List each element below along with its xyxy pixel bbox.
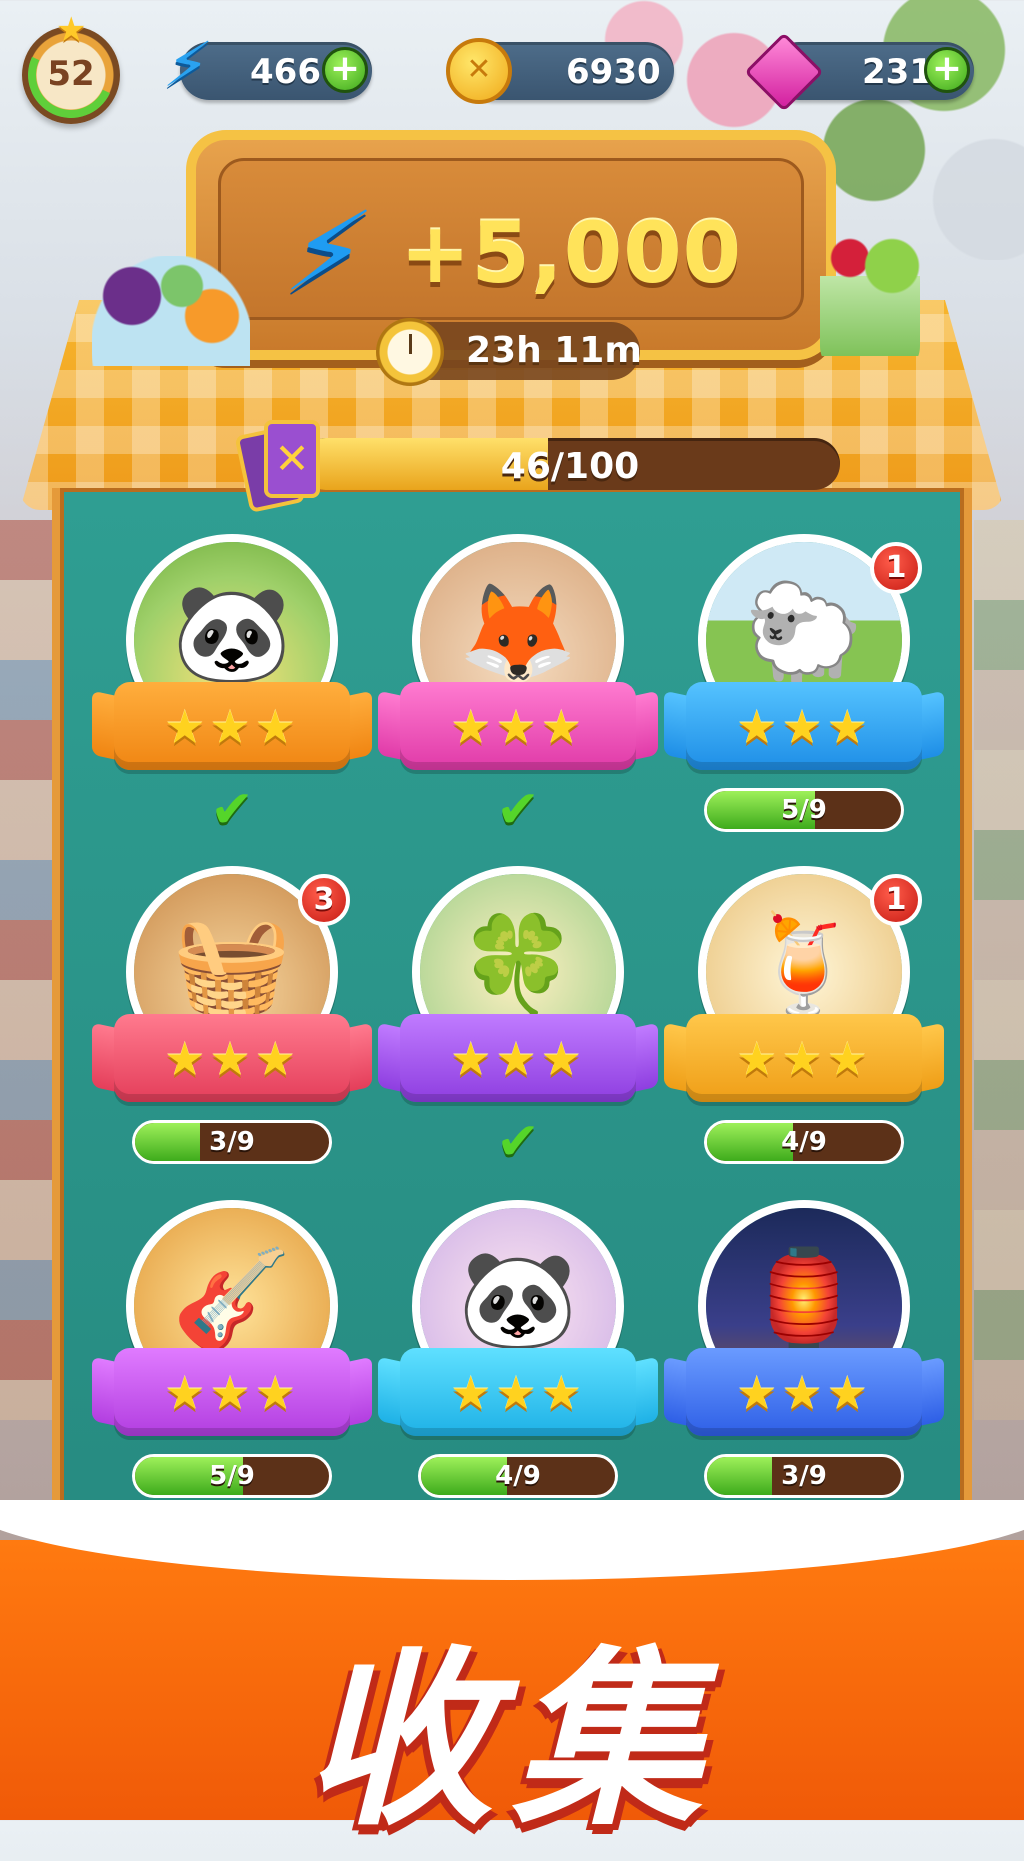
album-stars: ★★★ — [450, 1032, 586, 1086]
collection-progress-text: 46/100 — [500, 446, 640, 487]
new-cards-badge: 3 — [298, 874, 350, 926]
checkmark-icon: ✔ — [210, 780, 254, 840]
album-stars: ★★★ — [736, 1032, 872, 1086]
new-cards-badge: 1 — [870, 542, 922, 594]
album-illustration: 🍀 — [458, 909, 578, 1021]
coin-fork-spoon-icon: ✕ — [446, 38, 512, 104]
add-gems-button[interactable]: + — [924, 47, 970, 93]
album-night-market[interactable]: 🏮 ★★★ 3/9 — [664, 1200, 944, 1500]
album-progress-text: 5/9 — [781, 795, 827, 825]
album-progress-text: 4/9 — [495, 1461, 541, 1491]
player-level: 52 — [47, 54, 95, 94]
checkmark-icon: ✔ — [496, 780, 540, 840]
album-stars: ★★★ — [164, 700, 300, 754]
album-illustration: 🏮 — [744, 1243, 864, 1355]
background-buildings-right — [974, 520, 1024, 1420]
cocktail-decoration — [820, 236, 920, 376]
album-progress-bar: 5/9 — [132, 1454, 332, 1498]
album-progress-text: 3/9 — [209, 1127, 255, 1157]
album-mojito-glass[interactable]: 🍹 ★★★ 1 4/9 — [664, 866, 944, 1166]
album-illustration: 🎸 — [172, 1243, 292, 1355]
player-level-badge[interactable]: ★ 52 — [15, 10, 127, 131]
album-stars: ★★★ — [450, 1366, 586, 1420]
album-stars: ★★★ — [450, 700, 586, 754]
album-progress-bar: 4/9 — [704, 1120, 904, 1164]
album-progress-bar: 5/9 — [704, 788, 904, 832]
album-stars: ★★★ — [164, 1366, 300, 1420]
album-girl-guitar[interactable]: 🎸 ★★★ 5/9 — [92, 1200, 372, 1500]
album-stars: ★★★ — [736, 700, 872, 754]
new-cards-badge: 1 — [870, 874, 922, 926]
album-progress-text: 3/9 — [781, 1461, 827, 1491]
album-red-panda-flowers[interactable]: 🐼 ★★★ ✔ — [92, 534, 372, 840]
album-panda-candy[interactable]: 🐼 ★★★ 4/9 — [378, 1200, 658, 1500]
album-illustration: 🦊 — [458, 577, 578, 689]
album-illustration: 🐑 — [744, 577, 864, 689]
card-pack-icon[interactable]: ✕ — [234, 420, 332, 513]
add-energy-button[interactable]: + — [322, 47, 368, 93]
album-illustration: 🧺 — [172, 909, 292, 1021]
collection-progress-bar: 46/100 — [300, 438, 840, 490]
checkmark-icon: ✔ — [496, 1112, 540, 1172]
fruit-bowl-decoration — [92, 256, 250, 366]
album-picnic-basket[interactable]: 🧺 ★★★ 3 3/9 — [92, 866, 372, 1166]
album-stars: ★★★ — [164, 1032, 300, 1086]
album-progress-bar: 3/9 — [704, 1454, 904, 1498]
album-red-panda-leprechaun[interactable]: 🍀 ★★★ ✔ — [378, 866, 658, 1172]
album-progress-bar: 4/9 — [418, 1454, 618, 1498]
reward-amount: +5,000 — [400, 204, 743, 302]
album-illustration: 🐼 — [458, 1243, 578, 1355]
star-icon: ★ — [56, 10, 87, 50]
energy-value: 466 — [250, 52, 321, 92]
album-illustration: 🍹 — [744, 909, 864, 1021]
clock-icon — [376, 318, 444, 386]
gems-value: 231 — [862, 52, 933, 92]
album-lambs-meadow[interactable]: 🐑 ★★★ 1 5/9 — [664, 534, 944, 834]
album-progress-text: 5/9 — [209, 1461, 255, 1491]
album-progress-bar: 3/9 — [132, 1120, 332, 1164]
album-stars: ★★★ — [736, 1366, 872, 1420]
album-illustration: 🐼 — [172, 577, 292, 689]
coins-value: 6930 — [566, 52, 661, 92]
event-timer: 23h 11m — [466, 330, 642, 371]
album-progress-text: 4/9 — [781, 1127, 827, 1157]
album-red-panda-painting[interactable]: 🦊 ★★★ ✔ — [378, 534, 658, 840]
